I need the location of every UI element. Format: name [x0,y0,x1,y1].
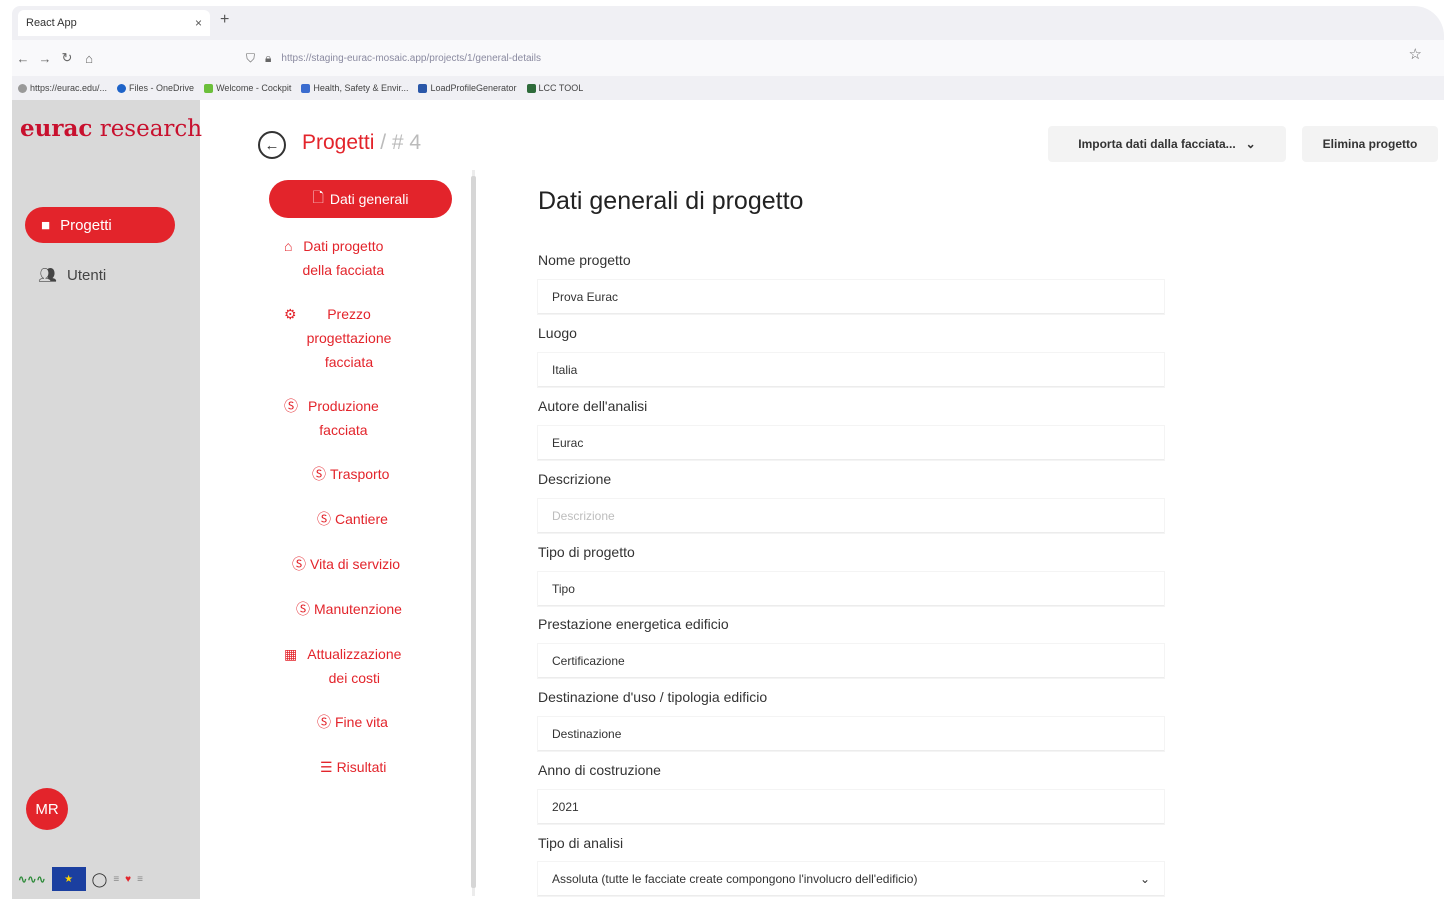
field-label-descrizione: Descrizione [538,471,612,487]
breadcrumb: Progetti / # 4 [302,131,421,155]
field-label-prestazione-energetica: Prestazione energetica edificio [538,616,729,632]
gear-icon: ⚙ [284,306,297,322]
tab-title: React App [26,17,77,29]
url-bar[interactable]: ⛉ 🔒︎ https://staging-eurac-mosaic.app/pr… [246,46,1416,70]
step-vita-di-servizio[interactable]: Ⓢ Vita di servizio [292,552,400,576]
chevron-down-icon: ⌄ [1139,871,1150,886]
destinazione-uso-input[interactable]: Destinazione [538,717,1164,751]
logo: eurac research [20,115,203,142]
avatar[interactable]: MR [26,788,68,830]
breadcrumb-root[interactable]: Progetti [302,131,374,154]
breadcrumb-separator: / [374,131,392,154]
bookmark-item[interactable]: LCC TOOL [526,83,583,93]
page-title: Dati generali di progetto [538,187,804,215]
eu-flag-icon: ★ [51,867,86,891]
step-fine-vita[interactable]: Ⓢ Fine vita [317,710,388,734]
luogo-input[interactable]: Italia [538,353,1164,387]
field-label-anno-costruzione: Anno di costruzione [538,762,661,778]
partner-logo: ∿∿∿ [18,873,46,886]
back-button[interactable]: ← [258,131,286,159]
bookmarks-bar: https://eurac.edu/... Files - OneDrive W… [12,78,1444,98]
calendar-icon: ▦ [284,646,298,662]
partner-logo: ≡ [137,873,143,885]
reload-icon[interactable]: ↻ [56,50,78,66]
funding-logos: ∿∿∿ ★ ◯ ≡ ♥ ≡ [18,866,198,892]
dollar-icon: Ⓢ [292,556,306,572]
lock-icon: 🔒︎ [265,50,272,65]
shield-icon: ⛉ [246,50,256,65]
field-label-tipo-analisi: Tipo di analisi [538,835,624,851]
dollar-icon: Ⓢ [296,601,310,617]
list-icon: ☰ [320,759,333,775]
step-prezzo-progettazione[interactable]: ⚙ Prezzo progettazione facciata [284,302,391,374]
home-icon[interactable]: ⌂ [78,51,100,66]
heart-icon: ♥ [125,873,132,885]
bookmark-item[interactable]: Welcome - Cockpit [204,83,291,93]
url-text: https://staging-eurac-mosaic.app/project… [281,52,541,64]
step-dati-progetto-facciata[interactable]: ⌂ Dati progetto della facciata [284,234,384,282]
prestazione-energetica-input[interactable]: Certificazione [538,644,1164,678]
bookmark-item[interactable]: LoadProfileGenerator [418,83,517,93]
users-icon: 👥︎ [38,267,58,284]
bookmark-item[interactable]: Files - OneDrive [117,83,194,93]
dollar-icon: Ⓢ [317,714,331,730]
cockpit-icon [204,83,214,93]
tool-icon [526,83,536,93]
breadcrumb-current: # 4 [391,131,422,154]
step-manutenzione[interactable]: Ⓢ Manutenzione [296,597,402,621]
home-icon: ⌂ [284,238,293,254]
field-label-nome-progetto: Nome progetto [538,252,631,268]
step-attualizzazione-costi[interactable]: ▦ Attualizzazione dei costi [284,642,401,690]
back-arrow-icon[interactable]: ← [12,51,34,66]
health-icon [301,83,311,93]
dollar-icon: Ⓢ [312,466,326,482]
close-tab-icon[interactable]: × [195,16,202,30]
chart-icon [418,83,428,93]
chevron-down-icon: ⌄ [1245,137,1256,151]
dollar-icon: Ⓢ [284,398,298,414]
step-cantiere[interactable]: Ⓢ Cantiere [317,507,388,531]
dollar-icon: Ⓢ [317,511,331,527]
scrollbar-thumb[interactable] [471,176,476,888]
step-trasporto[interactable]: Ⓢ Trasporto [312,462,389,486]
field-label-luogo: Luogo [538,325,577,341]
step-produzione-facciata[interactable]: Ⓢ Produzione facciata [284,394,379,442]
field-label-autore: Autore dell'analisi [538,398,648,414]
sidebar-item-progetti[interactable]: ■ Progetti [25,207,175,243]
browser-tab[interactable]: React App × [18,10,210,36]
anno-costruzione-input[interactable]: 2021 [538,790,1164,824]
arrow-left-icon: ← [264,136,280,154]
tipo-progetto-input[interactable]: Tipo [538,572,1164,606]
browser-chrome: React App × + ← → ↻ ⌂ ⛉ 🔒︎ https://stagi… [12,6,1444,100]
nav-bar: ← → ↻ ⌂ ⛉ 🔒︎ https://staging-eurac-mosai… [12,40,1444,76]
bookmark-item[interactable]: https://eurac.edu/... [18,83,107,93]
step-dati-generali[interactable]: 🗋︎ Dati generali [269,180,452,218]
globe-icon [18,83,27,93]
partner-logo: ≡ [113,873,120,885]
sidebar-item-label: Utenti [67,266,107,284]
tipo-analisi-select[interactable]: Assoluta (tutte le facciate create compo… [538,862,1164,896]
select-value: Assoluta (tutte le facciate create compo… [552,871,918,886]
sidebar-item-utenti[interactable]: 👥︎ Utenti [38,266,107,285]
delete-project-button[interactable]: Elimina progetto [1302,126,1438,162]
partner-logo: ◯ [91,870,108,887]
tab-bar: React App × + [12,6,1444,36]
cloud-icon [117,83,127,93]
import-facade-data-button[interactable]: Importa dati dalla facciata... ⌄ [1048,126,1286,162]
step-risultati[interactable]: ☰ Risultati [320,755,386,779]
nome-progetto-input[interactable]: Prova Eurac [538,280,1164,314]
bookmark-star-icon[interactable]: ☆ [1409,45,1422,63]
new-tab-button[interactable]: + [220,11,229,29]
autore-input[interactable]: Eurac [538,426,1164,460]
field-label-tipo-progetto: Tipo di progetto [538,544,635,560]
document-icon: 🗋︎ [312,189,324,205]
field-label-destinazione-uso: Destinazione d'uso / tipologia edificio [538,689,768,705]
steps-scrollbar[interactable] [468,170,480,896]
descrizione-input[interactable]: Descrizione [538,499,1164,533]
folder-icon: ■ [41,216,51,234]
sidebar: eurac research ■ Progetti 👥︎ Utenti MR ∿… [12,100,203,899]
sidebar-item-label: Progetti [60,216,112,234]
bookmark-item[interactable]: Health, Safety & Envir... [301,83,408,93]
forward-arrow-icon[interactable]: → [34,51,56,66]
